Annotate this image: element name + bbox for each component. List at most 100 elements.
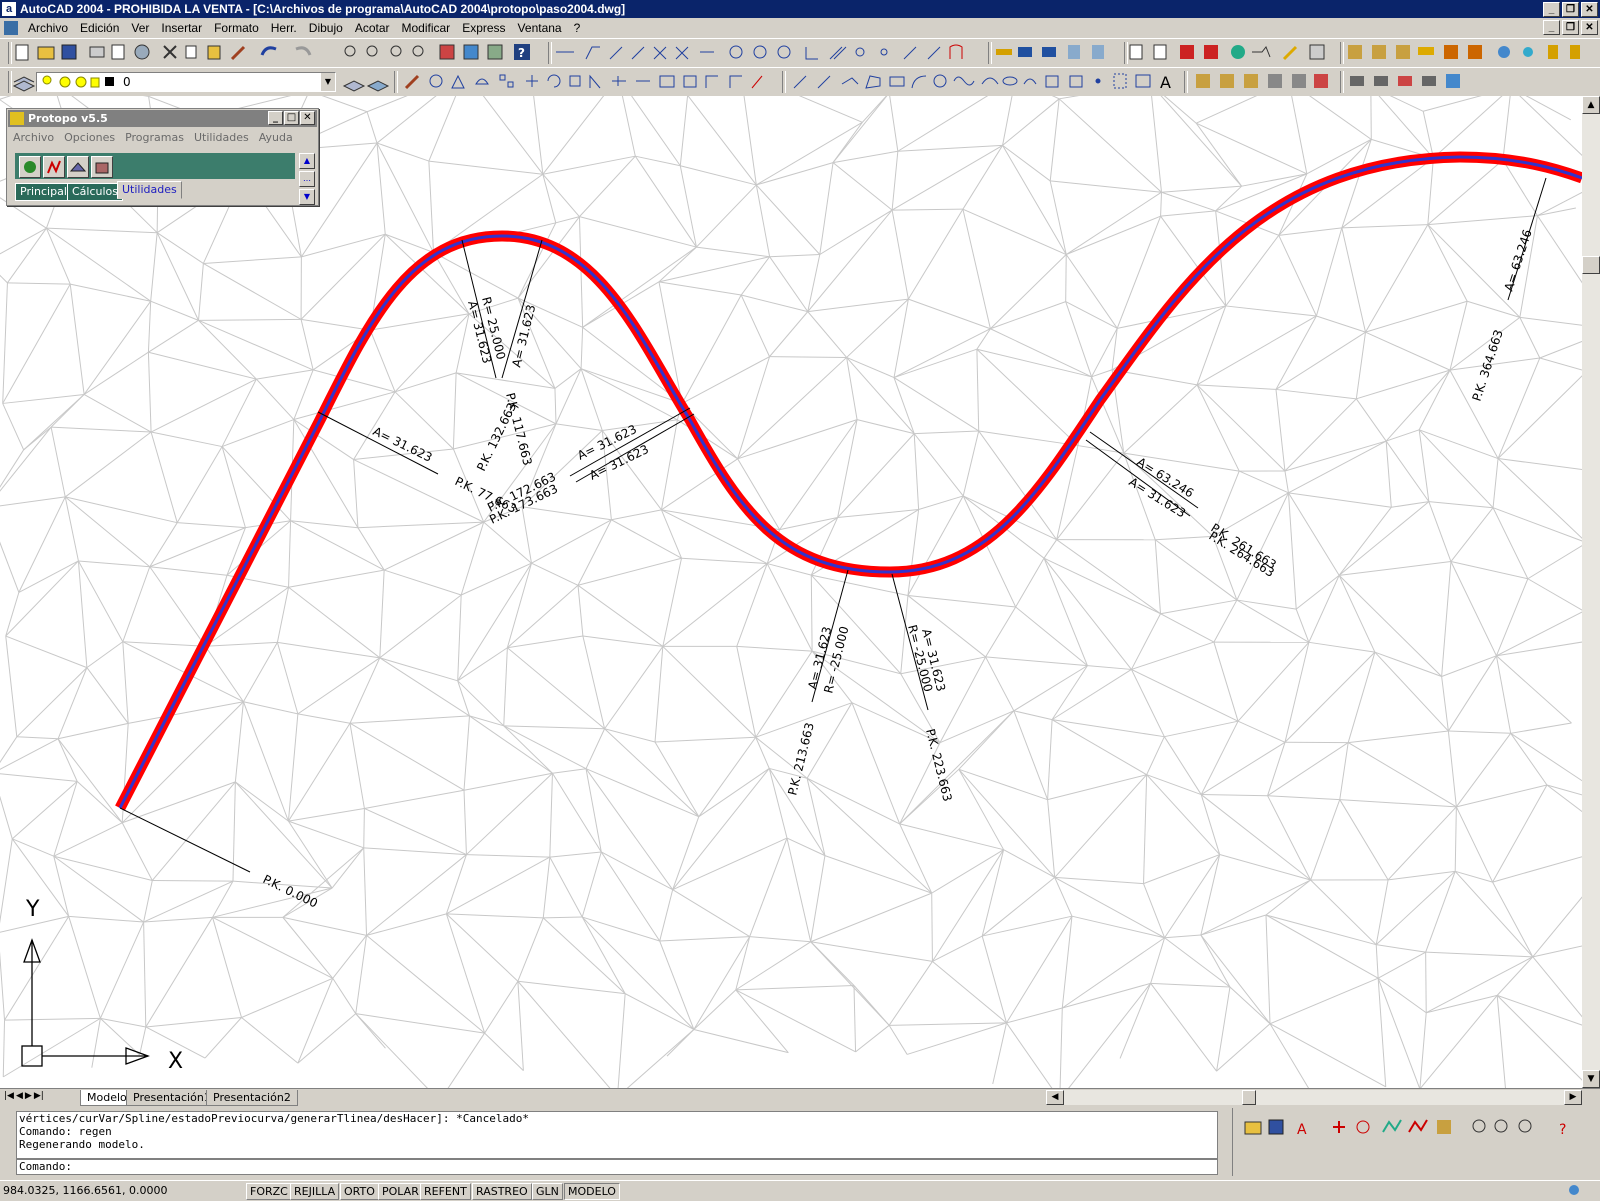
undo-icon[interactable] [262,48,276,55]
profile-icon[interactable] [43,156,65,178]
zoom-window2-icon[interactable] [1519,1120,1531,1132]
preview-icon[interactable] [112,45,124,59]
toggle-rastreo[interactable]: RASTREO [472,1183,532,1200]
scroll-middle-icon[interactable]: … [299,171,315,187]
first-tab-icon[interactable]: |◀ [4,1091,14,1101]
print-icon[interactable] [90,47,104,57]
protopo-minimize-button[interactable]: _ [268,111,283,125]
tab-presentacion1[interactable]: Presentación1 [126,1090,218,1106]
snap-toolbar-icons[interactable] [556,45,962,59]
menu-express[interactable]: Express [456,21,511,35]
menu-modificar[interactable]: Modificar [396,21,457,35]
help-icon[interactable]: ? [514,44,530,60]
hscroll-thumb[interactable] [1242,1090,1256,1105]
road-alignment[interactable] [120,157,1582,808]
protopo-maximize-button[interactable]: □ [284,111,299,125]
cut-icon[interactable] [164,46,176,58]
layer-dropdown[interactable]: 0 ▼ [36,72,336,92]
protopo-tab-principal[interactable]: Principal [15,183,72,201]
redo-icon[interactable] [296,48,310,55]
protopo-menu-programas[interactable]: Programas [125,131,184,144]
menu-edicion[interactable]: Edición [74,21,125,35]
chevron-down-icon[interactable]: ▼ [321,73,335,91]
zoom-window-icon[interactable] [367,46,377,56]
menu-acotar[interactable]: Acotar [349,21,396,35]
scroll-right-arrow-icon[interactable]: ▶ [1564,1090,1582,1105]
menu-herr[interactable]: Herr. [265,21,303,35]
restore-button[interactable]: ❐ [1562,2,1579,17]
last-tab-icon[interactable]: ▶| [34,1091,44,1101]
osnap-icon[interactable] [1333,1121,1345,1133]
menu-formato[interactable]: Formato [208,21,265,35]
toggle-modelo[interactable]: MODELO [564,1183,620,1200]
minimize-button[interactable]: _ [1543,2,1560,17]
autocad-app-icon[interactable]: a [2,2,16,16]
view-icon[interactable] [1409,1120,1427,1132]
design-center-icon[interactable] [464,45,478,59]
layer-previous-icon[interactable] [344,81,364,91]
scroll-up-arrow-icon[interactable]: ▲ [1582,96,1600,114]
text-style-icon[interactable]: A [1297,1122,1307,1138]
layer-manager-icon[interactable] [14,77,34,91]
drawing-area[interactable]: P.K. 0.000 A= 31.623 P.K. 77.663 A= 31.6… [0,96,1582,1088]
shade-icon[interactable] [1437,1120,1451,1134]
toggle-forzc[interactable]: FORZC [246,1183,292,1200]
toggle-orto[interactable]: ORTO [340,1183,379,1200]
prev-tab-icon[interactable]: ◀ [16,1091,23,1101]
protopo-close-button[interactable]: ✕ [300,111,315,125]
dimension-toolbar-icons[interactable] [996,45,1580,59]
protopo-menu-ayuda[interactable]: Ayuda [259,131,293,144]
scroll-left-arrow-icon[interactable]: ◀ [1046,1090,1064,1105]
text-tool-icon[interactable]: A [1160,73,1171,92]
zoom-realtime-icon[interactable] [345,46,355,56]
volume-icon[interactable] [91,156,113,178]
protopo-menu-utilidades[interactable]: Utilidades [194,131,249,144]
zoom-previous-icon[interactable] [391,46,401,56]
next-tab-icon[interactable]: ▶ [25,1091,32,1101]
paste-icon[interactable] [208,46,220,59]
toggle-rejilla[interactable]: REJILLA [290,1183,339,1200]
protopo-palette[interactable]: Protopo v5.5 _ □ ✕ Archivo Opciones Prog… [6,108,319,206]
zoom-out-icon[interactable] [1495,1120,1507,1132]
vertical-scrollbar[interactable]: ▲ ▼ [1582,96,1600,1088]
menu-archivo[interactable]: Archivo [22,21,74,35]
terrain-icon[interactable] [19,156,41,178]
scroll-down-icon[interactable]: ▼ [299,189,315,205]
ucs-tool-icon[interactable] [1357,1121,1369,1133]
scroll-down-arrow-icon[interactable]: ▼ [1582,1070,1600,1088]
matchprop-icon[interactable] [232,47,244,59]
command-input[interactable]: Comando: [16,1159,1218,1175]
tab-presentacion2[interactable]: Presentación2 [206,1090,298,1106]
menu-help[interactable]: ? [568,21,587,35]
toggle-refent[interactable]: REFENT [420,1183,471,1200]
toggle-polar[interactable]: POLAR [378,1183,423,1200]
draw-toolbar-icons[interactable] [406,74,1150,88]
horizontal-scrollbar[interactable]: ◀ ▶ [1046,1090,1582,1105]
section-icon[interactable] [67,156,89,178]
scroll-up-icon[interactable]: ▲ [299,153,315,169]
menu-insertar[interactable]: Insertar [155,21,208,35]
doc-close-button[interactable]: ✕ [1581,20,1598,35]
menu-dibujo[interactable]: Dibujo [303,21,349,35]
toggle-gln[interactable]: GLN [532,1183,563,1200]
protopo-title-bar[interactable]: Protopo v5.5 _ □ ✕ [8,110,317,127]
new-file-icon[interactable] [16,45,28,60]
protopo-toolbar-icons[interactable] [1196,74,1460,88]
copy-icon[interactable] [186,46,196,58]
doc-restore-button[interactable]: ❐ [1562,20,1579,35]
protopo-tab-utilidades[interactable]: Utilidades [117,181,182,199]
tool-palettes-icon[interactable] [488,45,502,59]
tray-settings-icon[interactable] [1566,1183,1582,1198]
protopo-menu-archivo[interactable]: Archivo [13,131,54,144]
properties-icon[interactable] [440,45,454,59]
zoom-extents-icon[interactable] [413,46,423,56]
pan-icon[interactable] [1383,1120,1401,1132]
menu-ventana[interactable]: Ventana [512,21,568,35]
layer-make-current-icon[interactable] [368,81,388,91]
save-icon[interactable] [62,45,76,59]
doc-minimize-button[interactable]: _ [1543,20,1560,35]
menu-ver[interactable]: Ver [125,21,155,35]
save-icon[interactable] [1269,1120,1283,1134]
document-icon[interactable] [4,21,18,35]
close-button[interactable]: ✕ [1581,2,1598,17]
